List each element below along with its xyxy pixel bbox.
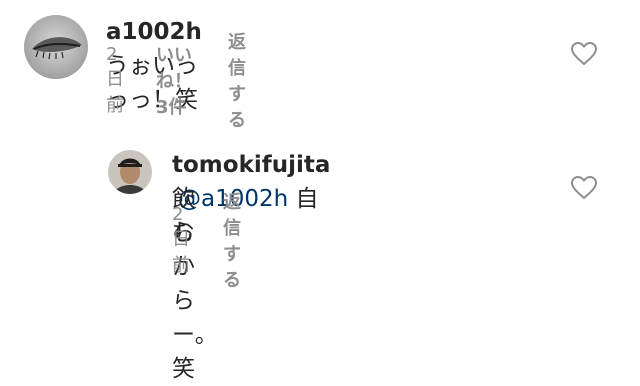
comment-meta: 2日前 いいね！3件 返信する	[106, 32, 246, 131]
heart-outline-icon[interactable]	[571, 176, 597, 200]
reply-avatar[interactable]	[108, 150, 152, 194]
reply-reply-button[interactable]: 返信する	[223, 188, 241, 292]
heart-outline-icon[interactable]	[571, 42, 597, 66]
comment-likes-link[interactable]: いいね！3件	[156, 41, 192, 119]
comment-time: 2日前	[106, 43, 124, 116]
reply-username[interactable]: tomokifujita	[172, 152, 330, 178]
comment-reply-button[interactable]: 返信する	[228, 28, 246, 132]
reply-time: 2日前	[172, 203, 190, 276]
avatar[interactable]	[24, 15, 88, 79]
reply-meta: 2日前 返信する	[172, 192, 241, 291]
